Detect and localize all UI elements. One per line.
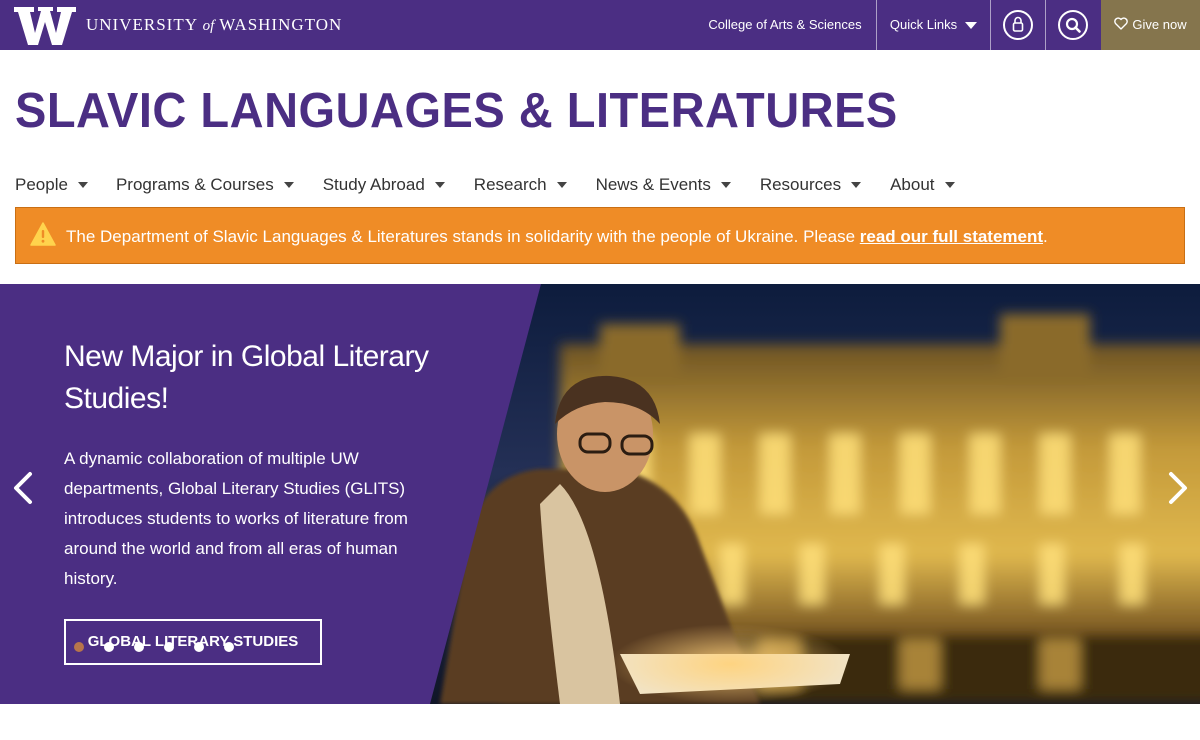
user-icon — [1012, 16, 1024, 32]
alert-text: The Department of Slavic Languages & Lit… — [66, 227, 860, 246]
nav-item-label: Study Abroad — [322, 175, 425, 194]
nav-item-label: About — [890, 175, 935, 194]
full-statement-link[interactable]: read our full statement — [860, 227, 1043, 246]
nav-item-programs-courses[interactable]: Programs & Courses — [116, 174, 294, 196]
nav-item-label: Research — [473, 175, 547, 194]
college-link-label: College of Arts & Sciences — [708, 17, 862, 32]
quick-links-button[interactable]: Quick Links — [877, 0, 990, 50]
caret-down-icon — [434, 182, 445, 188]
chevron-right-icon[interactable] — [1163, 468, 1193, 508]
hero-carousel: New Major in Global Literary Studies! A … — [0, 284, 1200, 704]
alert-suffix: . — [1043, 227, 1048, 246]
wordmark-of: of — [202, 18, 215, 34]
hero-title: New Major in Global Literary Studies! — [64, 340, 429, 415]
caret-down-icon — [965, 22, 978, 30]
uw-w-logo[interactable] — [14, 7, 76, 45]
hero-description: A dynamic collaboration of multiple UW d… — [64, 449, 408, 588]
account-button[interactable] — [1003, 10, 1033, 40]
uw-wordmark[interactable]: UNIVERSITY of WASHINGTON — [86, 15, 342, 35]
caret-down-icon — [851, 182, 862, 188]
nav-item-label: People — [15, 175, 68, 194]
carousel-dot[interactable] — [194, 642, 204, 652]
quick-links-label: Quick Links — [889, 17, 958, 32]
search-icon — [1065, 17, 1081, 33]
nav-item-label: News & Events — [595, 175, 711, 194]
carousel-dot[interactable] — [134, 642, 144, 652]
carousel-dot[interactable] — [74, 642, 84, 652]
caret-down-icon — [556, 182, 567, 188]
carousel-dot[interactable] — [104, 642, 114, 652]
divider — [1045, 0, 1046, 50]
nav-item-label: Programs & Courses — [115, 175, 274, 194]
nav-item-label: Resources — [759, 175, 842, 194]
caret-down-icon — [944, 182, 955, 188]
nav-item-study-abroad[interactable]: Study Abroad — [323, 174, 445, 196]
heart-icon — [1114, 17, 1129, 30]
nav-item-news-events[interactable]: News & Events — [596, 174, 731, 196]
carousel-dot[interactable] — [164, 642, 174, 652]
carousel-dot[interactable] — [224, 642, 234, 652]
nav-item-research[interactable]: Research — [474, 174, 567, 196]
search-button[interactable] — [1058, 10, 1088, 40]
alert-message: The Department of Slavic Languages & Lit… — [66, 227, 1048, 247]
give-now-button[interactable]: Give now — [1101, 0, 1200, 50]
site-title[interactable]: SLAVIC LANGUAGES & LITERATURES — [15, 81, 898, 139]
alert-banner: The Department of Slavic Languages & Lit… — [15, 207, 1185, 264]
warning-icon — [30, 222, 56, 246]
top-bar: UNIVERSITY of WASHINGTON College of Arts… — [0, 0, 1200, 50]
main-nav: People Programs & Courses Study Abroad R… — [15, 174, 955, 196]
divider — [990, 0, 991, 50]
caret-down-icon — [720, 182, 731, 188]
chevron-left-icon[interactable] — [8, 468, 38, 508]
carousel-pagination — [74, 642, 234, 652]
give-now-label: Give now — [1132, 17, 1187, 32]
wordmark-washington: WASHINGTON — [219, 15, 343, 34]
college-link[interactable]: College of Arts & Sciences — [700, 0, 870, 50]
caret-down-icon — [283, 182, 294, 188]
wordmark-university: UNIVERSITY — [86, 15, 198, 34]
nav-item-resources[interactable]: Resources — [759, 174, 862, 196]
nav-item-people[interactable]: People — [15, 174, 88, 196]
nav-item-about[interactable]: About — [890, 174, 955, 196]
caret-down-icon — [77, 182, 88, 188]
